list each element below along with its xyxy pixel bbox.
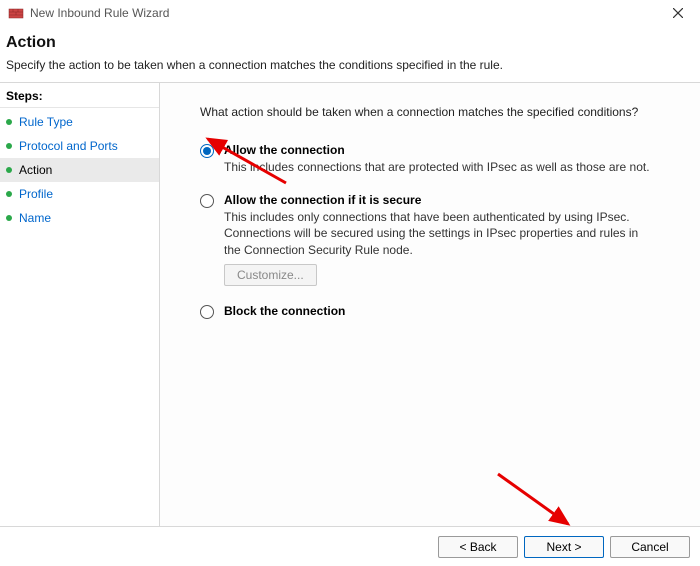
firewall-icon: [8, 5, 24, 21]
close-icon: [673, 8, 683, 18]
option-title: Allow the connection if it is secure: [224, 193, 678, 207]
radio-allow-connection[interactable]: [200, 144, 214, 158]
title-bar: New Inbound Rule Wizard: [0, 0, 700, 26]
next-button[interactable]: Next >: [524, 536, 604, 558]
step-label: Protocol and Ports: [19, 139, 118, 153]
option-allow-connection: Allow the connection This includes conne…: [200, 143, 678, 175]
radio-allow-secure[interactable]: [200, 194, 214, 208]
wizard-header: Action Specify the action to be taken wh…: [0, 26, 700, 83]
step-bullet-icon: [6, 119, 12, 125]
option-title: Block the connection: [224, 304, 678, 318]
page-title: Action: [6, 34, 694, 52]
step-profile[interactable]: Profile: [0, 182, 159, 206]
cancel-button[interactable]: Cancel: [610, 536, 690, 558]
step-rule-type[interactable]: Rule Type: [0, 110, 159, 134]
close-button[interactable]: [664, 3, 692, 23]
question-text: What action should be taken when a conne…: [200, 105, 678, 119]
option-allow-secure: Allow the connection if it is secure Thi…: [200, 193, 678, 286]
step-action[interactable]: Action: [0, 158, 159, 182]
step-bullet-icon: [6, 167, 12, 173]
step-bullet-icon: [6, 191, 12, 197]
option-description: This includes connections that are prote…: [224, 159, 654, 175]
step-label: Name: [19, 211, 51, 225]
wizard-body: Steps: Rule Type Protocol and Ports Acti…: [0, 83, 700, 527]
content-pane: What action should be taken when a conne…: [160, 83, 700, 527]
window-title: New Inbound Rule Wizard: [30, 6, 664, 20]
option-block-connection: Block the connection: [200, 304, 678, 320]
step-protocol-and-ports[interactable]: Protocol and Ports: [0, 134, 159, 158]
radio-block-connection[interactable]: [200, 305, 214, 319]
step-bullet-icon: [6, 215, 12, 221]
option-description: This includes only connections that have…: [224, 209, 654, 258]
step-label: Profile: [19, 187, 53, 201]
wizard-footer: < Back Next > Cancel: [0, 526, 700, 566]
back-button[interactable]: < Back: [438, 536, 518, 558]
customize-button: Customize...: [224, 264, 317, 286]
step-name[interactable]: Name: [0, 206, 159, 230]
step-label: Rule Type: [19, 115, 73, 129]
step-label: Action: [19, 163, 52, 177]
steps-heading: Steps:: [0, 89, 159, 108]
steps-pane: Steps: Rule Type Protocol and Ports Acti…: [0, 83, 160, 527]
step-bullet-icon: [6, 143, 12, 149]
page-subtitle: Specify the action to be taken when a co…: [6, 58, 694, 72]
option-title: Allow the connection: [224, 143, 678, 157]
